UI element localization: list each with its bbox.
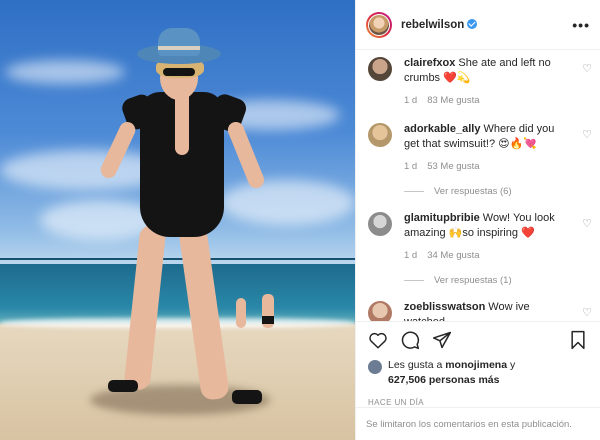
author-avatar[interactable] bbox=[366, 11, 392, 38]
commenter-avatar[interactable] bbox=[368, 57, 392, 81]
post-timestamp[interactable]: HACE UN DÍA bbox=[356, 388, 600, 407]
comment-meta: 1 d 34 Me gusta bbox=[404, 250, 568, 261]
comment-age: 1 d bbox=[404, 95, 418, 106]
comments-limited-notice: Se limitaron los comentarios en esta pub… bbox=[356, 407, 600, 440]
comment-age: 1 d bbox=[404, 161, 418, 172]
liker-username[interactable]: monojimena bbox=[445, 359, 507, 371]
post-header: rebelwilson ••• bbox=[356, 0, 600, 50]
verified-badge-icon bbox=[467, 18, 478, 29]
comment-like-heart-icon[interactable]: ♡ bbox=[582, 306, 592, 319]
author-username[interactable]: rebelwilson bbox=[401, 18, 478, 31]
comment-like-heart-icon[interactable]: ♡ bbox=[582, 217, 592, 230]
comment-username[interactable]: glamitupbribie bbox=[404, 212, 480, 224]
commenter-avatar[interactable] bbox=[368, 212, 392, 236]
wave-foam bbox=[0, 318, 355, 328]
replies-divider bbox=[404, 280, 424, 281]
bookmark-icon[interactable] bbox=[568, 330, 588, 350]
comment-item: glamitupbribie Wow! You look amazing 🙌so … bbox=[356, 197, 600, 261]
horizon bbox=[0, 258, 355, 260]
comment-like-heart-icon[interactable]: ♡ bbox=[582, 128, 592, 141]
post-photo[interactable] bbox=[0, 0, 355, 440]
comment-likes[interactable]: 34 Me gusta bbox=[427, 250, 479, 261]
likes-count[interactable]: 627,506 personas más bbox=[388, 374, 500, 386]
view-replies-label[interactable]: Ver respuestas (6) bbox=[434, 186, 512, 197]
more-options-icon[interactable]: ••• bbox=[572, 17, 590, 33]
comment-meta: 1 d 53 Me gusta bbox=[404, 161, 568, 172]
likes-middle: y bbox=[507, 359, 516, 371]
comment-icon[interactable] bbox=[400, 330, 420, 350]
comment-like-heart-icon[interactable]: ♡ bbox=[582, 62, 592, 75]
author-username-text[interactable]: rebelwilson bbox=[401, 19, 464, 31]
comment-likes[interactable]: 53 Me gusta bbox=[427, 161, 479, 172]
comment-age: 1 d bbox=[404, 250, 418, 261]
commenter-avatar[interactable] bbox=[368, 123, 392, 147]
share-icon[interactable] bbox=[432, 330, 452, 350]
comment-username[interactable]: clairefxox bbox=[404, 57, 455, 69]
author-avatar-image bbox=[369, 14, 389, 35]
view-replies-button[interactable]: Ver respuestas (1) bbox=[356, 275, 600, 286]
replies-divider bbox=[404, 191, 424, 192]
likes-summary: Les gusta a monojimena y 627,506 persona… bbox=[356, 358, 600, 388]
comment-username[interactable]: adorkable_ally bbox=[404, 123, 480, 135]
comment-item: zoeblisswatson Wow ive watched ♡ bbox=[356, 286, 600, 321]
post-actions bbox=[356, 322, 600, 358]
post-sidebar: rebelwilson ••• clairefxox She ate and le… bbox=[355, 0, 600, 440]
comment-item: adorkable_ally Where did you get that swi… bbox=[356, 106, 600, 172]
comment-likes[interactable]: 83 Me gusta bbox=[427, 95, 479, 106]
view-replies-label[interactable]: Ver respuestas (1) bbox=[434, 275, 512, 286]
likes-prefix: Les gusta a bbox=[388, 359, 446, 371]
comments-list[interactable]: clairefxox She ate and left no crumbs ❤️💫… bbox=[356, 50, 600, 322]
comment-item: clairefxox She ate and left no crumbs ❤️💫… bbox=[356, 50, 600, 106]
liker-avatar[interactable] bbox=[368, 360, 382, 374]
heart-icon[interactable] bbox=[368, 330, 388, 350]
comment-meta: 1 d 83 Me gusta bbox=[404, 95, 568, 106]
commenter-avatar[interactable] bbox=[368, 301, 392, 321]
comment-username[interactable]: zoeblisswatson bbox=[404, 301, 485, 313]
view-replies-button[interactable]: Ver respuestas (6) bbox=[356, 186, 600, 197]
